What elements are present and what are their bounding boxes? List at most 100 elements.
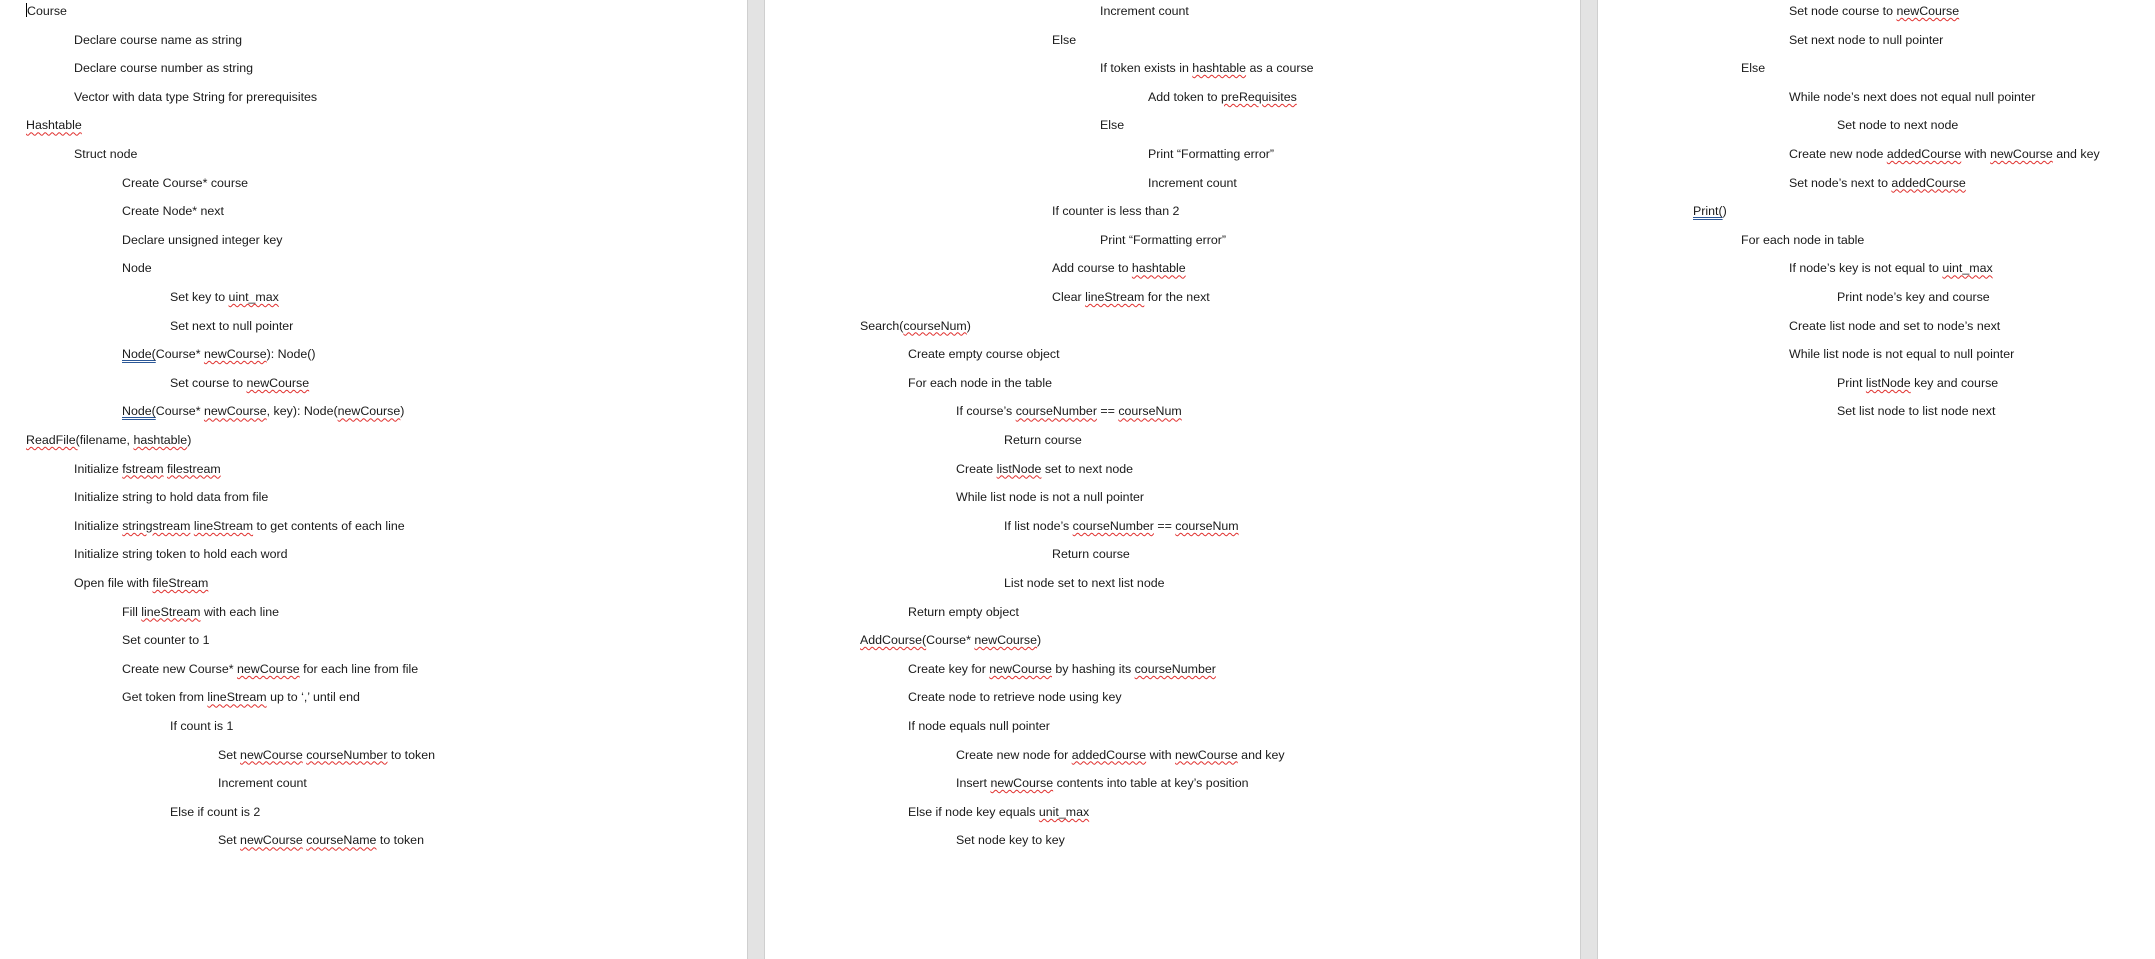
line-text: Set next to null pointer xyxy=(170,318,294,333)
pseudocode-line[interactable]: Set newCourse courseName to token xyxy=(218,832,424,848)
pseudocode-line[interactable]: If list node’s courseNumber == courseNum xyxy=(1004,518,1239,534)
pseudocode-line[interactable]: Node(Course* newCourse): Node() xyxy=(122,346,316,362)
line-text: filename, xyxy=(79,433,134,447)
document-page-2[interactable] xyxy=(765,0,1580,959)
spelling-flagged-word: newCourse xyxy=(237,661,300,676)
pseudocode-line[interactable]: Print listNode key and course xyxy=(1837,375,1998,391)
pseudocode-line[interactable]: While node’s next does not equal null po… xyxy=(1789,89,2035,105)
pseudocode-line[interactable]: Print “Formatting error” xyxy=(1100,232,1226,248)
pseudocode-line[interactable]: Create key for newCourse by hashing its … xyxy=(908,661,1216,677)
pseudocode-line[interactable]: Return course xyxy=(1004,432,1082,448)
pseudocode-line[interactable]: If counter is less than 2 xyxy=(1052,203,1179,219)
pseudocode-line[interactable]: Set node to next node xyxy=(1837,117,1958,133)
pseudocode-line[interactable]: If course’s courseNumber == courseNum xyxy=(956,403,1182,419)
pseudocode-line[interactable]: Initialize string token to hold each wor… xyxy=(74,546,288,562)
pseudocode-line[interactable]: List node set to next list node xyxy=(1004,575,1165,591)
line-text: If token exists in xyxy=(1100,61,1193,76)
line-text: Initialize xyxy=(74,461,123,476)
pseudocode-line[interactable]: Set list node to list node next xyxy=(1837,403,1995,419)
pseudocode-line[interactable]: For each node in the table xyxy=(908,375,1052,391)
spelling-flagged-word: addedCourse xyxy=(1891,175,1966,190)
pseudocode-line[interactable]: Create new node addedCourse with newCour… xyxy=(1789,146,2100,162)
pseudocode-line[interactable]: Set key to uint_max xyxy=(170,289,279,305)
pseudocode-line[interactable]: Course xyxy=(26,3,67,19)
pseudocode-line[interactable]: Insert newCourse contents into table at … xyxy=(956,775,1249,791)
pseudocode-line[interactable]: Clear lineStream for the next xyxy=(1052,289,1210,305)
pseudocode-line[interactable]: Set node key to key xyxy=(956,832,1065,848)
pseudocode-line[interactable]: Set counter to 1 xyxy=(122,632,209,648)
line-text: with xyxy=(1961,147,1991,161)
pseudocode-line[interactable]: Print “Formatting error” xyxy=(1148,146,1274,162)
pseudocode-line[interactable]: Set node’s next to addedCourse xyxy=(1789,175,1966,191)
pseudocode-line[interactable]: While list node is not a null pointer xyxy=(956,489,1144,505)
pseudocode-line[interactable]: Increment count xyxy=(1100,3,1189,19)
spelling-flagged-word: hashtable xyxy=(1131,261,1186,276)
pseudocode-line[interactable]: Print node’s key and course xyxy=(1837,289,1990,305)
pseudocode-line[interactable]: Create Node* next xyxy=(122,203,224,219)
line-text: Set node course to xyxy=(1789,4,1897,18)
pseudocode-line[interactable]: Initialize fstream filestream xyxy=(74,461,221,477)
pseudocode-line[interactable]: For each node in table xyxy=(1741,232,1864,248)
pseudocode-line[interactable]: Set next to null pointer xyxy=(170,318,293,334)
line-text: Course* xyxy=(155,347,204,362)
pseudocode-line[interactable]: Create new node for addedCourse with new… xyxy=(956,747,1285,763)
pseudocode-line[interactable]: Set course to newCourse xyxy=(170,375,309,391)
pseudocode-line[interactable]: Hashtable xyxy=(26,117,82,133)
pseudocode-line[interactable]: AddCourse(Course* newCourse) xyxy=(860,632,1041,648)
pseudocode-line[interactable]: Create empty course object xyxy=(908,346,1060,362)
line-text: Set next node to null pointer xyxy=(1789,32,1944,47)
pseudocode-line[interactable]: If node’s key is not equal to uint_max xyxy=(1789,260,1993,276)
pseudocode-line[interactable]: Set node course to newCourse xyxy=(1789,3,1959,19)
pseudocode-line[interactable]: While list node is not equal to null poi… xyxy=(1789,346,2014,362)
pseudocode-line[interactable]: Initialize stringstream lineStream to ge… xyxy=(74,518,405,534)
pseudocode-line[interactable]: Open file with fileStream xyxy=(74,575,208,591)
document-page-3[interactable] xyxy=(1598,0,2155,959)
pseudocode-line[interactable]: Increment count xyxy=(1148,175,1237,191)
pseudocode-line[interactable]: Set newCourse courseNumber to token xyxy=(218,747,435,763)
pseudocode-line[interactable]: ReadFile(filename, hashtable) xyxy=(26,432,191,448)
pseudocode-line[interactable]: If token exists in hashtable as a course xyxy=(1100,60,1314,76)
pseudocode-line[interactable]: Increment count xyxy=(218,775,307,791)
pseudocode-line[interactable]: If count is 1 xyxy=(170,718,233,734)
pseudocode-line[interactable]: Else xyxy=(1741,60,1765,76)
pseudocode-line[interactable]: Initialize string to hold data from file xyxy=(74,489,268,505)
pseudocode-line[interactable]: If node equals null pointer xyxy=(908,718,1050,734)
pseudocode-line[interactable]: Return course xyxy=(1052,546,1130,562)
pseudocode-line[interactable]: Declare course name as string xyxy=(74,32,242,48)
pseudocode-line[interactable]: Print() xyxy=(1693,203,1727,219)
pseudocode-line[interactable]: Node xyxy=(122,260,152,276)
line-text: Print “Formatting error” xyxy=(1148,147,1274,161)
spelling-flagged-word: stringstream xyxy=(122,518,191,533)
line-text: Else if count is 2 xyxy=(170,804,261,819)
line-text: ) xyxy=(1722,204,1727,219)
pseudocode-line[interactable]: Add token to preRequisites xyxy=(1148,89,1297,105)
pseudocode-line[interactable]: Return empty object xyxy=(908,604,1019,620)
pseudocode-line[interactable]: Create list node and set to node’s next xyxy=(1789,318,2000,334)
pseudocode-line[interactable]: Set next node to null pointer xyxy=(1789,32,1943,48)
pseudocode-line[interactable]: Else xyxy=(1052,32,1076,48)
pseudocode-line[interactable]: Fill lineStream with each line xyxy=(122,604,279,620)
line-text: and key xyxy=(2052,147,2100,161)
pseudocode-line[interactable]: Search(courseNum) xyxy=(860,318,971,334)
line-text: ) xyxy=(400,404,405,419)
pseudocode-line[interactable]: Vector with data type String for prerequ… xyxy=(74,89,317,105)
pseudocode-line[interactable]: Declare unsigned integer key xyxy=(122,232,283,248)
spelling-flagged-word: courseName xyxy=(306,833,377,848)
document-page-1[interactable] xyxy=(0,0,747,959)
pseudocode-line[interactable]: Create node to retrieve node using key xyxy=(908,689,1122,705)
pseudocode-line[interactable]: Create Course* course xyxy=(122,175,248,191)
pseudocode-line[interactable]: Else if node key equals unit_max xyxy=(908,804,1089,820)
pseudocode-line[interactable]: Create listNode set to next node xyxy=(956,461,1133,477)
line-text: Else xyxy=(1741,61,1766,76)
pseudocode-line[interactable]: Else xyxy=(1100,117,1124,133)
pseudocode-line[interactable]: Create new Course* newCourse for each li… xyxy=(122,661,418,677)
pseudocode-line[interactable]: Get token from lineStream up to ‘,’ unti… xyxy=(122,689,360,705)
line-text: up to ‘,’ until end xyxy=(266,690,360,705)
line-text: Create empty course object xyxy=(908,347,1060,362)
pseudocode-line[interactable]: Add course to hashtable xyxy=(1052,260,1186,276)
line-text: ) xyxy=(187,433,192,447)
pseudocode-line[interactable]: Struct node xyxy=(74,146,137,162)
pseudocode-line[interactable]: Declare course number as string xyxy=(74,60,253,76)
pseudocode-line[interactable]: Else if count is 2 xyxy=(170,804,260,820)
pseudocode-line[interactable]: Node(Course* newCourse, key): Node(newCo… xyxy=(122,403,404,419)
